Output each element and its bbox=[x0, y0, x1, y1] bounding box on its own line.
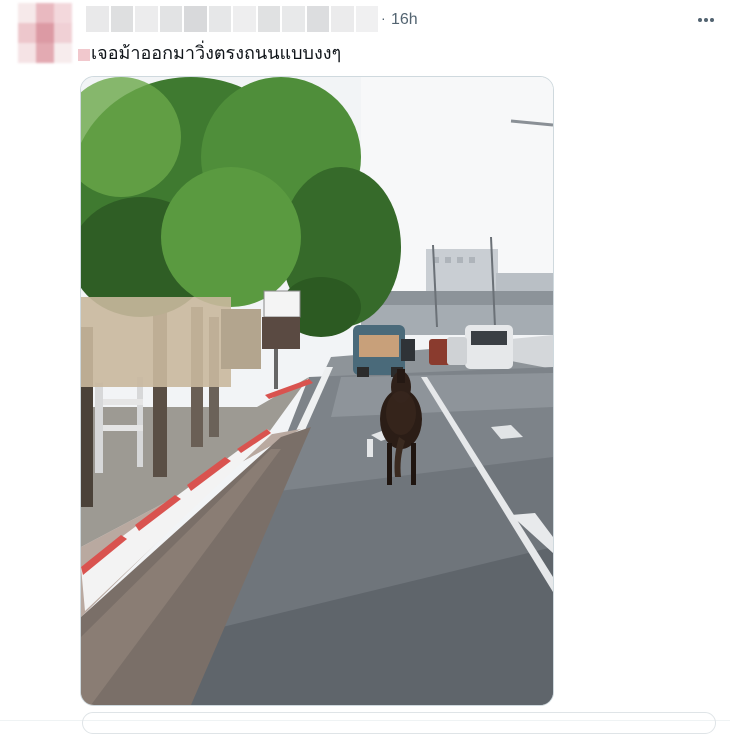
photo-horse-on-road bbox=[81, 77, 553, 705]
avatar[interactable] bbox=[18, 3, 72, 63]
timestamp[interactable]: 16h bbox=[391, 11, 418, 29]
display-name-blurred[interactable] bbox=[86, 6, 378, 32]
tweet-text-wrapper: เจอม้าออกมาวิ่งตรงถนนแบบงงๆ bbox=[78, 38, 341, 67]
tweet-text: เจอม้าออกมาวิ่งตรงถนนแบบงงๆ bbox=[91, 43, 342, 64]
quoted-card-edge bbox=[82, 712, 716, 734]
tweet-photo[interactable] bbox=[80, 76, 554, 706]
tweet: · 16h เจอม้าออกมาวิ่งตรงถนนแบบงงๆ bbox=[0, 0, 730, 734]
time-separator: · bbox=[381, 10, 386, 26]
more-horizontal-icon[interactable] bbox=[694, 8, 718, 32]
blurred-mention bbox=[78, 49, 90, 61]
